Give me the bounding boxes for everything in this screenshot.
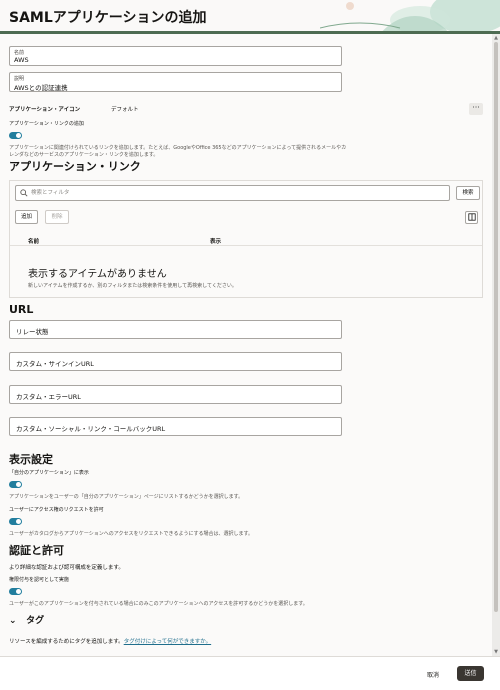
custom-social-callback-url-field[interactable]: カスタム・ソーシャル・リンク・コールバックURL — [9, 417, 342, 436]
footer: 取消 送信 — [0, 656, 500, 690]
toggle-knob — [16, 482, 21, 487]
search-icon — [20, 189, 28, 197]
scroll-up-icon[interactable]: ▲ — [493, 35, 499, 41]
tags-heading: タグ — [26, 616, 45, 626]
scrollbar[interactable]: ▲ ▼ — [492, 34, 500, 656]
page-title: SAMLアプリケーションの追加 — [9, 10, 207, 26]
toggle-knob — [16, 133, 21, 138]
display-heading: 表示設定 — [9, 453, 53, 466]
table-header: 名前 表示 — [10, 234, 482, 246]
app-links-toggle-label: アプリケーション・リンクの追加 — [9, 121, 84, 127]
url-heading: URL — [9, 303, 34, 316]
app-icon-label: アプリケーション・アイコン — [9, 107, 81, 113]
my-apps-label: 「自分のアプリケーション」に表示 — [9, 470, 89, 476]
app-links-toggle[interactable] — [9, 132, 22, 139]
my-apps-help: アプリケーションをユーザーの「自分のアプリケーション」ページにリストするかどうか… — [9, 494, 244, 500]
relay-state-field[interactable]: リレー状態 — [9, 320, 342, 339]
empty-state-subtitle: 新しいアイテムを作成するか、別のフィルタまたは検索条件を使用して再検索してくださ… — [28, 283, 237, 289]
description-label: 説明 — [14, 76, 25, 82]
header-decoration — [320, 0, 500, 34]
auth-description: より詳細な認証および認可構成を定義します。 — [9, 565, 124, 571]
access-request-toggle[interactable] — [9, 518, 22, 525]
access-request-label: ユーザーにアクセス権のリクエストを許可 — [9, 507, 104, 513]
search-button[interactable]: 検索 — [456, 186, 480, 200]
enforce-grant-label: 権限付与を認可として実施 — [9, 577, 69, 583]
tags-help-link[interactable]: タグ付けによって何ができますか。 — [124, 639, 211, 645]
custom-error-url-field[interactable]: カスタム・エラーURL — [9, 385, 342, 404]
add-button[interactable]: 追加 — [15, 210, 38, 224]
chevron-down-icon: ⌄ — [9, 616, 17, 626]
column-header-name: 名前 — [28, 239, 40, 245]
toggle-knob — [16, 589, 21, 594]
my-apps-toggle[interactable] — [9, 481, 22, 488]
delete-button[interactable]: 削除 — [45, 210, 69, 224]
search-field[interactable] — [15, 185, 450, 201]
tags-text: リソースを編成するためにタグを追加します。 — [9, 639, 124, 645]
search-input[interactable] — [31, 188, 431, 198]
toggle-knob — [16, 519, 21, 524]
column-toggle-button[interactable] — [465, 211, 478, 224]
app-icon-value: デフォルト — [111, 107, 139, 113]
access-request-help: ユーザーがカタログからアプリケーションへのアクセスをリクエストできるようにする場… — [9, 531, 254, 537]
columns-icon — [467, 213, 476, 221]
scroll-down-icon[interactable]: ▼ — [493, 649, 499, 655]
auth-heading: 認証と許可 — [9, 544, 64, 557]
app-links-help-1: アプリケーションに関連付けられているリンクを追加します。たとえば、Googleや… — [9, 145, 347, 151]
submit-button[interactable]: 送信 — [457, 666, 484, 681]
custom-signin-url-field[interactable]: カスタム・サインインURL — [9, 352, 342, 371]
app-links-help-2: レンダなどのサービスのアプリケーション・リンクを追加します。 — [9, 152, 159, 158]
column-header-display: 表示 — [210, 239, 222, 245]
name-field[interactable]: 名前 AWS — [9, 46, 342, 66]
app-links-heading: アプリケーション・リンク — [9, 160, 141, 173]
name-label: 名前 — [14, 50, 25, 56]
name-value: AWS — [14, 56, 29, 64]
enforce-grant-help: ユーザーがこのアプリケーションを付与されている場合にのみこのアプリケーションへの… — [9, 601, 308, 607]
scrollbar-thumb[interactable] — [494, 42, 498, 612]
more-actions-button[interactable]: ··· — [469, 103, 483, 115]
cancel-button[interactable]: 取消 — [427, 670, 439, 679]
empty-state-title: 表示するアイテムがありません — [28, 269, 167, 280]
tags-section-toggle[interactable]: ⌄ タグ — [9, 613, 44, 626]
description-value: AWSとの認証連携 — [14, 84, 68, 92]
app-links-table: 検索 追加 削除 名前 表示 表示するアイテムがありません 新しいアイテムを作成… — [9, 180, 483, 298]
page-header: SAMLアプリケーションの追加 — [0, 0, 500, 34]
description-field[interactable]: 説明 AWSとの認証連携 — [9, 72, 342, 92]
enforce-grant-toggle[interactable] — [9, 588, 22, 595]
